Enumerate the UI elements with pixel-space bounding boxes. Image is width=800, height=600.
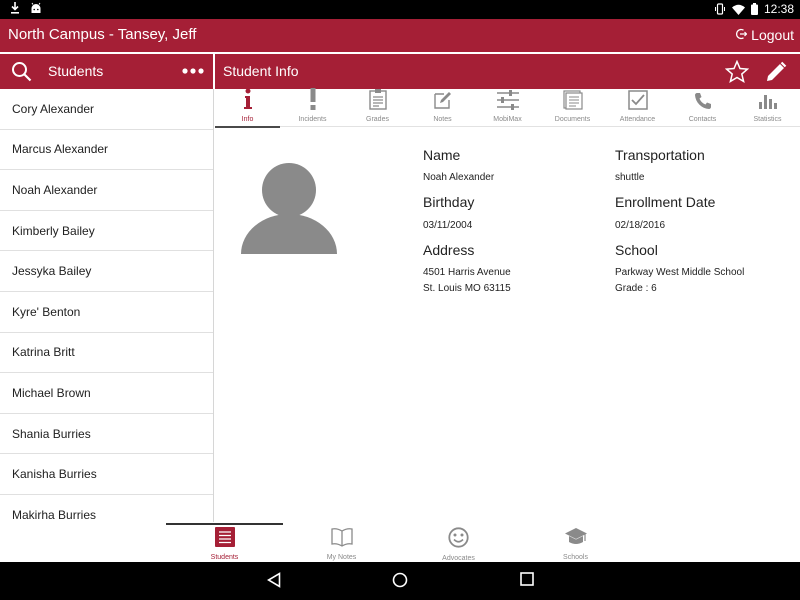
system-navigation-bar (0, 562, 800, 600)
nav-advocates[interactable]: Advocates (400, 527, 517, 562)
enrollment-date-label: Enrollment Date (615, 194, 716, 210)
sliders-icon (496, 90, 520, 115)
sub-toolbar: Students Student Info (0, 54, 800, 89)
tab-statistics[interactable]: Statistics (735, 89, 800, 127)
status-time: 12:38 (763, 2, 794, 16)
birthday-value: 03/11/2004 (423, 220, 473, 231)
bar-chart-icon (758, 92, 778, 115)
star-favorite-icon[interactable] (724, 59, 750, 88)
detail-tabs: Info Incidents Grades Notes MobiMax Docu… (215, 88, 800, 128)
student-list-item[interactable]: Noah Alexander (0, 170, 213, 211)
student-list-item[interactable]: Cory Alexander (0, 89, 213, 130)
pane-divider (213, 54, 215, 89)
enrollment-date-value: 02/18/2016 (615, 220, 666, 231)
graduation-cap-icon (564, 527, 588, 552)
tab-label: MobiMax (493, 116, 522, 123)
wifi-icon (731, 4, 745, 15)
tab-info[interactable]: Info (215, 88, 280, 128)
phone-icon (694, 92, 712, 115)
download-icon (10, 2, 20, 14)
edit-pencil-icon[interactable] (764, 60, 788, 89)
students-list-title: Students (48, 63, 104, 79)
status-bar: 12:38 (0, 0, 800, 19)
more-options-icon[interactable] (182, 62, 204, 80)
address-line1: 4501 Harris Avenue (423, 267, 511, 278)
smiley-icon (448, 527, 469, 553)
logout-button[interactable]: Logout (735, 27, 794, 43)
tab-label: Documents (554, 116, 591, 123)
address-line2: St. Louis MO 63115 (423, 283, 511, 294)
checkbox-icon (627, 90, 648, 115)
nav-label: My Notes (326, 554, 357, 561)
name-value: Noah Alexander (423, 172, 495, 183)
clipboard-icon (368, 88, 387, 115)
tab-mobimax[interactable]: MobiMax (475, 89, 540, 127)
nav-my-notes[interactable]: My Notes (283, 527, 400, 561)
tab-label: Contacts (688, 116, 717, 123)
home-icon[interactable] (392, 572, 408, 593)
tab-label: Grades (366, 116, 389, 123)
tab-notes[interactable]: Notes (410, 89, 475, 127)
back-icon[interactable] (266, 572, 281, 593)
tab-label: Notes (433, 116, 452, 123)
tab-label: Info (241, 116, 254, 123)
transportation-value: shuttle (615, 172, 645, 183)
grade-value: Grade : 6 (615, 283, 657, 294)
student-list-item[interactable]: Kimberly Bailey (0, 211, 213, 252)
book-icon (330, 527, 353, 552)
bottom-navigation: Students My Notes Advocates Schools (0, 522, 800, 562)
school-label: School (615, 242, 658, 258)
nav-students[interactable]: Students (166, 527, 283, 561)
documents-icon (562, 90, 583, 115)
student-avatar (241, 162, 337, 259)
edit-note-icon (433, 90, 453, 115)
school-value: Parkway West Middle School (615, 267, 745, 278)
tab-contacts[interactable]: Contacts (670, 89, 735, 127)
student-list-item[interactable]: Jessyka Bailey (0, 251, 213, 292)
nav-label: Schools (563, 554, 588, 561)
tab-documents[interactable]: Documents (540, 89, 605, 127)
student-list-item[interactable]: Kyre' Benton (0, 292, 213, 333)
student-list-item[interactable]: Shania Burries (0, 414, 213, 455)
app-title: North Campus - Tansey, Jeff (8, 26, 197, 43)
tab-label: Incidents (298, 116, 327, 123)
tab-attendance[interactable]: Attendance (605, 89, 670, 127)
tab-grades[interactable]: Grades (345, 89, 410, 127)
student-list-item[interactable]: Katrina Britt (0, 333, 213, 374)
exclamation-icon (309, 88, 317, 115)
tab-incidents[interactable]: Incidents (280, 88, 345, 127)
list-icon (214, 527, 235, 552)
nav-schools[interactable]: Schools (517, 527, 634, 561)
birthday-label: Birthday (423, 194, 475, 210)
person-silhouette-icon (241, 163, 337, 258)
search-icon[interactable] (11, 61, 32, 87)
nav-label: Advocates (442, 555, 475, 562)
recents-icon[interactable] (520, 572, 534, 591)
tab-label: Statistics (753, 116, 782, 123)
address-label: Address (423, 242, 475, 258)
student-list-item[interactable]: Marcus Alexander (0, 130, 213, 171)
app-bar: North Campus - Tansey, Jeff Logout (0, 19, 800, 52)
logout-label: Logout (751, 27, 794, 43)
android-icon (30, 2, 42, 14)
student-list-item[interactable]: Kanisha Burries (0, 454, 213, 495)
active-nav-indicator (166, 523, 283, 525)
battery-icon (750, 3, 758, 15)
student-list-item[interactable]: Michael Brown (0, 373, 213, 414)
student-list: Cory Alexander Marcus Alexander Noah Ale… (0, 89, 214, 522)
detail-title: Student Info (223, 63, 299, 79)
nav-label: Students (210, 554, 239, 561)
student-list-item[interactable]: Makirha Burries (0, 495, 213, 522)
name-label: Name (423, 147, 461, 163)
vibrate-icon (714, 3, 726, 15)
info-icon (243, 88, 253, 115)
transportation-label: Transportation (615, 147, 705, 163)
logout-icon (735, 27, 748, 43)
tab-label: Attendance (619, 116, 656, 123)
